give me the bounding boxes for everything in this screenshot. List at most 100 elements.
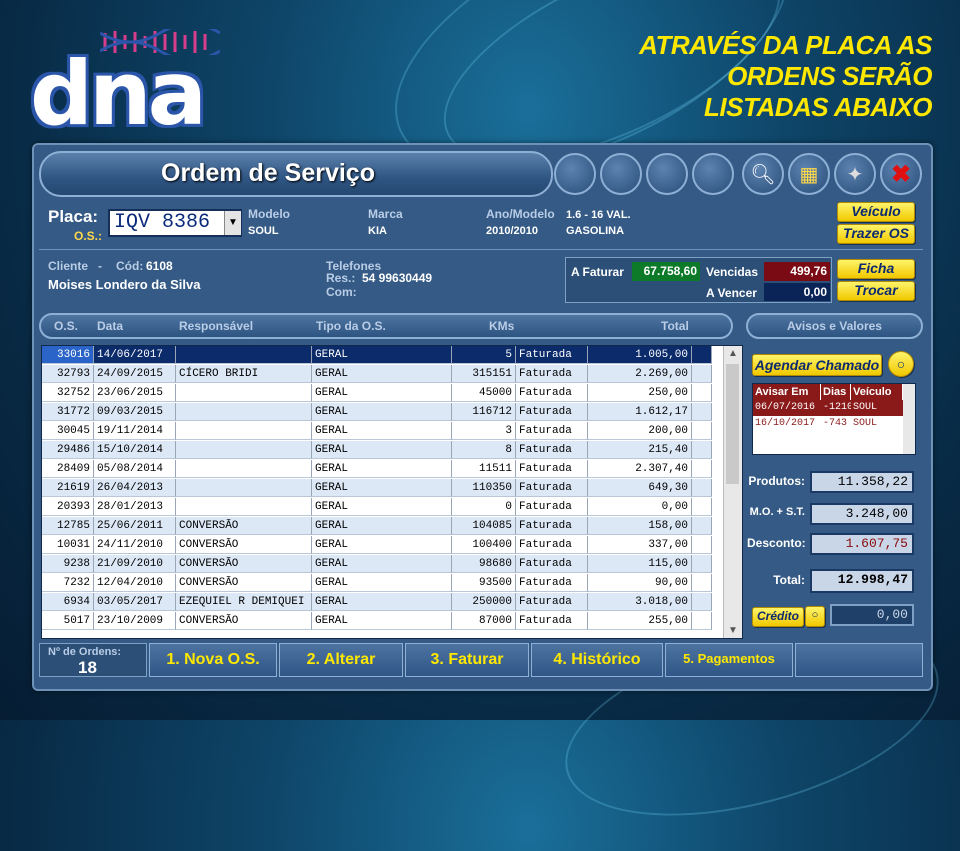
cell-spacer [692,403,712,421]
veiculo-button[interactable]: Veículo [837,202,915,222]
scroll-thumb[interactable] [726,364,739,484]
magnifier-icon: ○ [811,609,819,621]
cell-spacer [692,346,712,364]
table-row[interactable]: 32793 24/09/2015 CÍCERO BRIDI GERAL 315151 Fa… [42,365,722,384]
aviso-row-2-dias[interactable]: -743 [821,416,851,432]
table-row[interactable]: 21619 26/04/2013 GERAL 110350 Faturada 649,30 [42,479,722,498]
table-row[interactable]: 12785 25/06/2011 CONVERSÃO GERAL 104085 Fatur… [42,517,722,536]
agendar-chamado-button[interactable]: Agendar Chamado [752,354,882,376]
avisos-scrollbar[interactable] [903,384,915,454]
table-row[interactable]: 7232 12/04/2010 CONVERSÃO GERAL 93500 Faturad… [42,574,722,593]
cell-data: 24/11/2010 [94,536,176,554]
cell-spacer [692,441,712,459]
placa-label: Placa: [48,207,99,226]
col-kms: KMs [489,319,515,333]
table-row[interactable]: 31772 09/03/2015 GERAL 116712 Faturada 1.612,… [42,403,722,422]
placa-input[interactable]: IQV 8386 [108,209,242,237]
cell-tipo: GERAL [312,574,452,592]
cell-tipo: GERAL [312,441,452,459]
cell-data: 25/06/2011 [94,517,176,535]
window-title: Ordem de Serviço [161,159,375,187]
table-row[interactable]: 9238 21/09/2010 CONVERSÃO GERAL 98680 Faturad… [42,555,722,574]
cliente-label: Cliente [48,259,89,273]
aviso-row-1-veiculo[interactable]: SOUL [851,400,903,416]
cell-os: 5017 [42,612,94,630]
toolbar-slot-4 [692,153,734,195]
combustivel-value: GASOLINA [566,225,625,237]
avisos-table: Avisar Em Dias Veículo 06/07/2016 -1210 … [752,383,916,455]
cell-kms: 8 [452,441,516,459]
cell-status: Faturada [516,441,588,459]
cell-spacer [692,384,712,402]
cell-kms: 104085 [452,517,516,535]
com-label: Com: [326,285,357,299]
table-header-bar [39,313,733,339]
avisos-col-avisar: Avisar Em [753,384,821,400]
table-row[interactable]: 6934 03/05/2017 EZEQUIEL R DEMIQUEI GERAL 25… [42,593,722,612]
pagamentos-button[interactable]: 5. Pagamentos [665,643,793,677]
chevron-down-icon: ▼ [228,217,238,228]
cell-os: 21619 [42,479,94,497]
cell-total: 1.612,17 [588,403,692,421]
close-button[interactable]: ✖ [880,153,922,195]
credito-button[interactable]: Crédito [752,607,804,627]
search-button[interactable]: 🔍︎ [742,153,784,195]
cell-status: Faturada [516,346,588,364]
cell-spacer [692,498,712,516]
cell-kms: 87000 [452,612,516,630]
table-row[interactable]: 5017 23/10/2009 CONVERSÃO GERAL 87000 Faturad… [42,612,722,631]
cell-responsavel: CONVERSÃO [176,517,312,535]
table-row[interactable]: 33016 14/06/2017 GERAL 5 Faturada 1.005,00 [42,346,722,365]
cell-tipo: GERAL [312,517,452,535]
table-row[interactable]: 28409 05/08/2014 GERAL 11511 Faturada 2.307,4… [42,460,722,479]
credito-search-button[interactable]: ○ [805,606,825,627]
aviso-row-1-data[interactable]: 06/07/2016 [753,400,821,416]
cell-responsavel [176,460,312,478]
table-row[interactable]: 32752 23/06/2015 GERAL 45000 Faturada 250,00 [42,384,722,403]
table-row[interactable]: 10031 24/11/2010 CONVERSÃO GERAL 100400 Fatur… [42,536,722,555]
cell-total: 255,00 [588,612,692,630]
cell-kms: 116712 [452,403,516,421]
historico-button[interactable]: 4. Histórico [531,643,663,677]
table-row[interactable]: 30045 19/11/2014 GERAL 3 Faturada 200,00 [42,422,722,441]
desconto-value: 1.607,75 [810,533,914,555]
cell-data: 19/11/2014 [94,422,176,440]
placa-dropdown-button[interactable]: ▼ [224,211,241,235]
table-row[interactable]: 20393 28/01/2013 GERAL 0 Faturada 0,00 [42,498,722,517]
trazer-os-button[interactable]: Trazer OS [837,224,915,244]
nova-os-button[interactable]: 1. Nova O.S. [149,643,277,677]
footer-bar: Nº de Ordens: 18 1. Nova O.S. 2. Alterar… [39,641,923,681]
ficha-button[interactable]: Ficha [837,259,915,279]
table-row[interactable]: 29486 15/10/2014 GERAL 8 Faturada 215,40 [42,441,722,460]
cell-spacer [692,574,712,592]
cell-total: 200,00 [588,422,692,440]
headline-line-3: LISTADAS ABAIXO [704,92,932,122]
aviso-row-1-dias[interactable]: -1210 [821,400,851,416]
motor-value: 1.6 - 16 VAL. [566,209,631,221]
cell-kms: 3 [452,422,516,440]
trocar-button[interactable]: Trocar [837,281,915,301]
cell-status: Faturada [516,593,588,611]
aviso-row-2-veiculo[interactable]: SOUL [851,416,903,432]
alterar-button[interactable]: 2. Alterar [279,643,403,677]
cell-kms: 11511 [452,460,516,478]
aviso-row-2-data[interactable]: 16/10/2017 [753,416,821,432]
cell-status: Faturada [516,422,588,440]
cell-tipo: GERAL [312,422,452,440]
cell-responsavel [176,479,312,497]
cell-responsavel [176,498,312,516]
table-scrollbar[interactable]: ▲ ▼ [723,346,742,638]
a-vencer-value: 0,00 [764,283,830,301]
agendar-search-button[interactable]: ○ [888,351,914,377]
handshake-button[interactable]: ✦ [834,153,876,195]
headline-line-1: ATRAVÉS DA PLACA AS [639,30,932,60]
mo-value: 3.248,00 [810,503,914,525]
cell-responsavel [176,384,312,402]
a-faturar-value: 67.758,60 [632,262,700,281]
cell-spacer [692,593,712,611]
boxes-button[interactable]: ▦ [788,153,830,195]
magnifier-icon: ○ [896,356,906,372]
faturar-button[interactable]: 3. Faturar [405,643,529,677]
vencidas-value: 499,76 [764,262,830,281]
cell-kms: 93500 [452,574,516,592]
